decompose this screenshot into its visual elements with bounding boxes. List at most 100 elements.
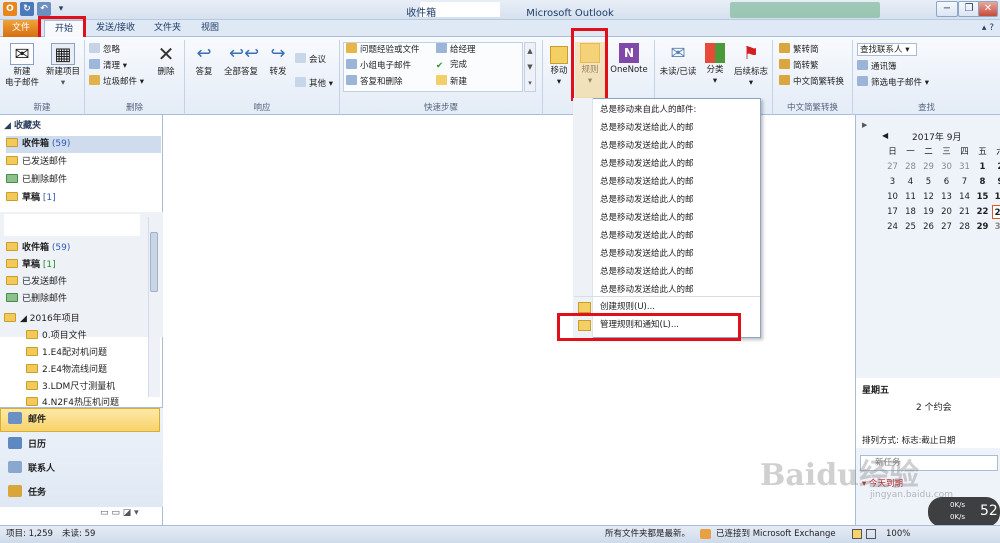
todo-collapse-icon[interactable]: ▶ bbox=[862, 121, 867, 129]
rules-menu-item[interactable]: 总是移动发送给此人的邮 bbox=[600, 227, 705, 245]
reply-all-button[interactable]: ↩↩ 全部答复 bbox=[221, 43, 261, 78]
favorites-header[interactable]: ◢ 收藏夹 bbox=[4, 118, 154, 135]
nav-contacts[interactable]: 联系人 bbox=[8, 458, 55, 480]
fav-inbox[interactable]: 收件箱 (59) bbox=[6, 136, 161, 153]
meeting-button[interactable]: 会议 bbox=[295, 53, 326, 66]
normal-view-icon[interactable] bbox=[852, 529, 862, 539]
calendar-day[interactable]: 16 bbox=[992, 190, 1000, 204]
undo-icon[interactable]: ↶ bbox=[37, 2, 51, 16]
project-subfolder[interactable]: 2.E4物流线问题 bbox=[26, 362, 146, 379]
calendar-day[interactable]: 18 bbox=[902, 205, 919, 219]
find-contact-input[interactable]: 查找联系人 ▾ bbox=[857, 43, 917, 56]
filter-email-button[interactable]: 筛选电子邮件 ▾ bbox=[857, 76, 929, 89]
onenote-button[interactable]: N OneNote bbox=[607, 43, 651, 76]
unread-read-button[interactable]: ✉ 未读/已读 bbox=[658, 43, 698, 78]
calendar-day[interactable]: 4 bbox=[902, 175, 919, 189]
calendar-day[interactable]: 3 bbox=[884, 175, 901, 189]
calendar-day[interactable]: 9 bbox=[992, 175, 1000, 189]
cleanup-button[interactable]: 清理 ▾ bbox=[89, 59, 127, 72]
new-items-button[interactable]: ▦ 新建项目 ▾ bbox=[43, 43, 83, 89]
calendar-day[interactable]: 30 bbox=[992, 220, 1000, 234]
nav-calendar[interactable]: 日历 bbox=[8, 434, 46, 456]
calendar-day[interactable]: 27 bbox=[884, 160, 901, 174]
calendar-day[interactable]: 29 bbox=[974, 220, 991, 234]
calendar-day[interactable]: 28 bbox=[902, 160, 919, 174]
rules-menu-item[interactable]: 总是移动来自此人的邮件: bbox=[600, 101, 705, 119]
calendar-day[interactable]: 12 bbox=[920, 190, 937, 204]
quicksteps-scroll[interactable]: ▲ ▼ ▾ bbox=[524, 42, 536, 92]
rules-menu-item[interactable]: 总是移动发送给此人的邮 bbox=[600, 191, 705, 209]
project-folder[interactable]: ◢ 2016年项目 bbox=[4, 311, 154, 328]
simp-to-trad-button[interactable]: 简转繁 bbox=[779, 59, 819, 72]
calendar-day[interactable]: 17 bbox=[884, 205, 901, 219]
nav-mail[interactable]: 邮件 bbox=[8, 409, 46, 431]
delete-button[interactable]: ✕ 删除 bbox=[151, 43, 181, 78]
quickstep-item[interactable]: 答复和删除 bbox=[346, 75, 403, 88]
calendar-day[interactable]: 8 bbox=[974, 175, 991, 189]
nav-scrollbar-thumb[interactable] bbox=[150, 232, 158, 292]
quickstep-item[interactable]: 给经理 bbox=[436, 43, 476, 56]
calendar-day[interactable]: 11 bbox=[902, 190, 919, 204]
calendar-day[interactable]: 29 bbox=[920, 160, 937, 174]
rules-menu-item[interactable]: 总是移动发送给此人的邮 bbox=[600, 245, 705, 263]
tab-folder[interactable]: 文件夹 bbox=[148, 20, 187, 37]
calendar-day[interactable]: 15 bbox=[974, 190, 991, 204]
fav-sent[interactable]: 已发送邮件 bbox=[6, 154, 156, 171]
nav-mini-icons[interactable]: ▭ ▭ ◪ ▾ bbox=[100, 508, 160, 522]
zoom-level[interactable]: 100% bbox=[886, 526, 910, 543]
project-subfolder[interactable]: 1.E4配对机问题 bbox=[26, 345, 146, 362]
tab-send-receive[interactable]: 发送/接收 bbox=[90, 20, 141, 37]
categorize-button[interactable]: 分类 ▾ bbox=[701, 43, 729, 87]
cal-prev-icon[interactable]: ◀ bbox=[882, 131, 888, 140]
quickstep-item[interactable]: 新建 bbox=[436, 75, 467, 88]
calendar-day[interactable]: 7 bbox=[956, 175, 973, 189]
calendar-day[interactable]: 27 bbox=[938, 220, 955, 234]
nav-tasks[interactable]: 任务 bbox=[8, 482, 46, 504]
reading-view-icon[interactable] bbox=[866, 529, 876, 539]
help-icon[interactable]: ▴ ? bbox=[982, 23, 994, 33]
calendar-day[interactable]: 28 bbox=[956, 220, 973, 234]
minimize-button[interactable]: − bbox=[936, 1, 958, 17]
calendar-day[interactable]: 25 bbox=[902, 220, 919, 234]
new-mail-button[interactable]: ✉ 新建 电子邮件 bbox=[3, 43, 41, 89]
rules-menu-item[interactable]: 总是移动发送给此人的邮 bbox=[600, 137, 705, 155]
calendar-day[interactable]: 19 bbox=[920, 205, 937, 219]
junk-button[interactable]: 垃圾邮件 ▾ bbox=[89, 75, 144, 88]
close-button[interactable]: ✕ bbox=[978, 1, 998, 17]
quickstep-item[interactable]: 小组电子邮件 bbox=[346, 59, 411, 72]
trad-to-simp-button[interactable]: 繁转简 bbox=[779, 43, 819, 56]
send-receive-icon[interactable]: ↻ bbox=[20, 2, 34, 16]
chinese-convert-button[interactable]: 中文简繁转换 bbox=[779, 75, 844, 88]
fav-deleted[interactable]: 已删除邮件 bbox=[6, 172, 156, 189]
rules-menu-item[interactable]: 总是移动发送给此人的邮 bbox=[600, 119, 705, 137]
qat-dropdown-icon[interactable]: ▾ bbox=[54, 2, 68, 16]
calendar-day[interactable]: 31 bbox=[956, 160, 973, 174]
acct-sent[interactable]: 已发送邮件 bbox=[6, 274, 156, 291]
move-button[interactable]: 移动 ▾ bbox=[545, 43, 573, 88]
tab-view[interactable]: 视图 bbox=[195, 20, 225, 37]
followup-button[interactable]: ⚑ 后续标志 ▾ bbox=[731, 43, 771, 89]
address-book-button[interactable]: 通讯簿 bbox=[857, 60, 897, 73]
calendar-day[interactable]: 23 bbox=[992, 205, 1000, 219]
tab-file[interactable]: 文件 bbox=[3, 20, 39, 37]
calendar-day[interactable]: 24 bbox=[884, 220, 901, 234]
calendar-day[interactable]: 14 bbox=[956, 190, 973, 204]
rules-menu-item[interactable]: 总是移动发送给此人的邮 bbox=[600, 263, 705, 281]
restore-button[interactable]: ❐ bbox=[958, 1, 980, 17]
quickstep-item[interactable]: ✔ 完成 bbox=[436, 59, 467, 71]
calendar-day[interactable]: 21 bbox=[956, 205, 973, 219]
calendar-day[interactable]: 10 bbox=[884, 190, 901, 204]
project-subfolder[interactable]: 4.N2F4热压机问题 bbox=[26, 395, 146, 406]
acct-deleted[interactable]: 已删除邮件 bbox=[6, 291, 156, 308]
quickstep-item[interactable]: 问题经验或文件 bbox=[346, 43, 420, 56]
acct-drafts[interactable]: 草稿 [1] bbox=[6, 257, 156, 274]
reply-button[interactable]: ↩ 答复 bbox=[189, 43, 219, 78]
forward-button[interactable]: ↪ 转发 bbox=[263, 43, 293, 78]
todo-arrange[interactable]: 排列方式: 标志:截止日期 bbox=[862, 434, 955, 446]
calendar-day[interactable]: 1 bbox=[974, 160, 991, 174]
rules-menu-item[interactable]: 总是移动发送给此人的邮 bbox=[600, 155, 705, 173]
fav-drafts[interactable]: 草稿 [1] bbox=[6, 190, 156, 207]
project-subfolder[interactable]: 0.项目文件 bbox=[26, 328, 146, 345]
calendar-day[interactable]: 20 bbox=[938, 205, 955, 219]
calendar-day[interactable]: 5 bbox=[920, 175, 937, 189]
